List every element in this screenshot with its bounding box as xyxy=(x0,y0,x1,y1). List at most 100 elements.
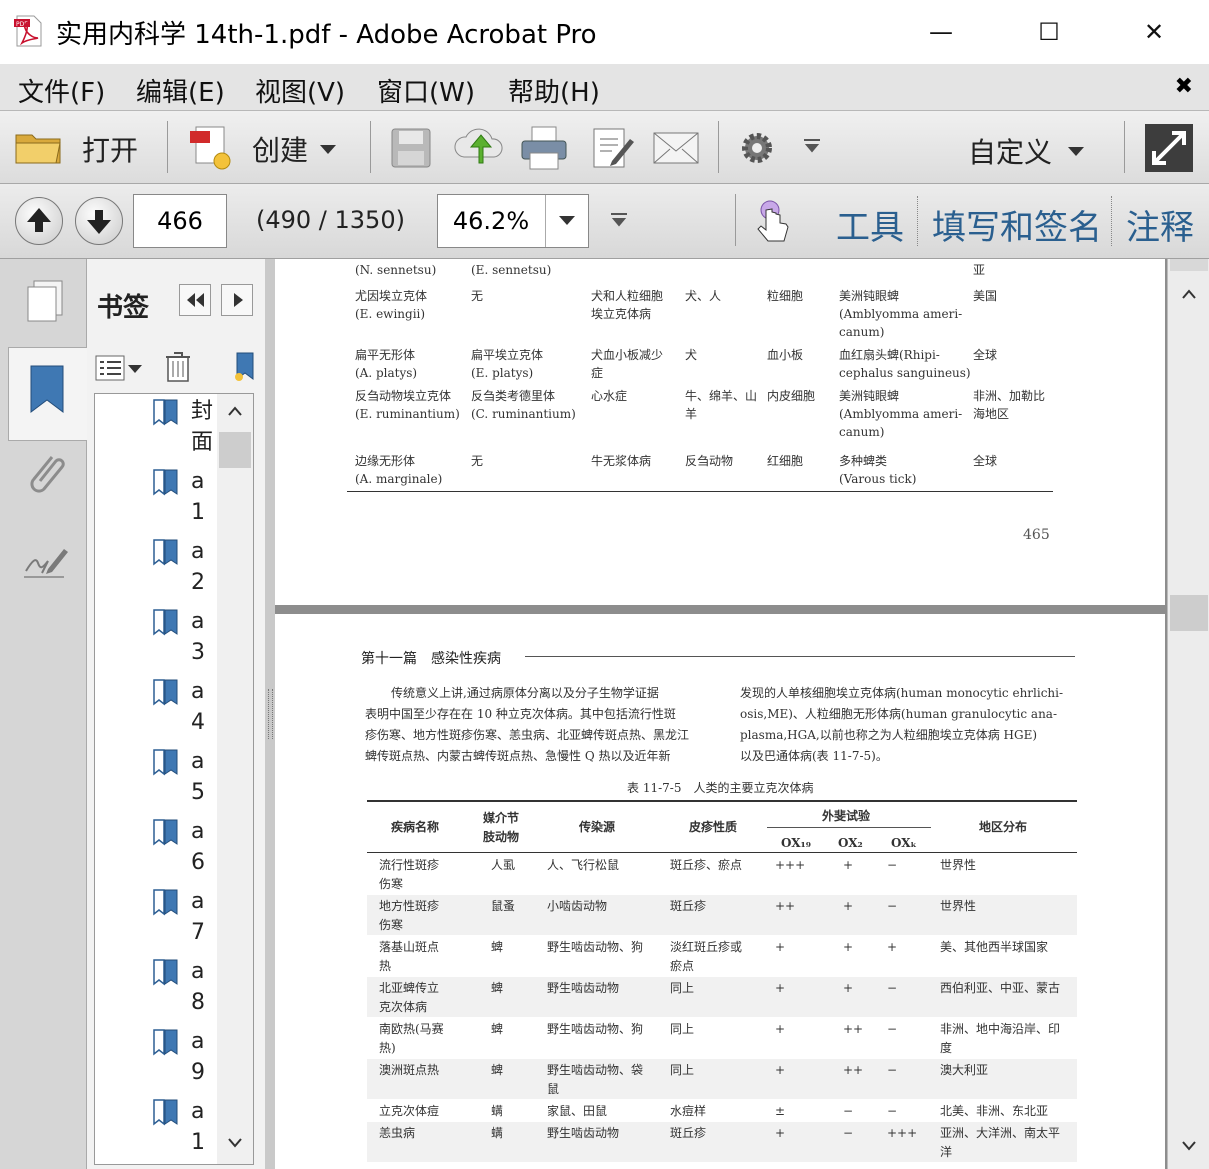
document-scrollbar[interactable] xyxy=(1167,259,1209,1169)
table-cell: 家鼠、田鼠 xyxy=(547,1104,608,1118)
panel-splitter[interactable] xyxy=(265,259,275,1169)
arrow-up-icon xyxy=(27,208,51,232)
table-cell: 野生啮齿动物、袋 鼠 xyxy=(547,1063,644,1096)
page-thumbnails-icon[interactable] xyxy=(24,279,66,323)
create-button[interactable]: 创建 xyxy=(180,119,345,175)
paragraph-line: 蜱传斑点热、内蒙古蜱传斑点热、急慢性 Q 热以及近年新 xyxy=(365,749,671,763)
zoom-select[interactable]: 46.2% xyxy=(437,194,589,248)
menu-file[interactable]: 文件(F) xyxy=(18,72,105,109)
signature-icon[interactable] xyxy=(22,539,70,581)
bookmark-item[interactable]: a9 xyxy=(145,1026,225,1096)
table-cell: + xyxy=(775,940,786,954)
table-cell: 人、飞行松鼠 xyxy=(547,858,620,872)
table-cell: +++ xyxy=(887,1126,918,1140)
bookmark-item[interactable]: a6 xyxy=(145,816,225,886)
bookmark-scrollbar[interactable] xyxy=(217,394,253,1164)
table-cell: 野生啮齿动物、狗 xyxy=(547,1022,644,1036)
chevron-down-icon xyxy=(320,145,336,154)
bookmark-item[interactable]: a1 xyxy=(145,466,225,536)
paragraph-line: 传统意义上讲,通过病原体分离以及分子生物学证据 xyxy=(391,686,659,700)
toolbar-options-icon[interactable] xyxy=(804,139,820,153)
table-cell: 红细胞 xyxy=(767,454,804,468)
table-header-rash: 皮疹性质 xyxy=(689,820,738,834)
customize-label: 自定义 xyxy=(968,136,1053,169)
table-cell: 斑丘疹 xyxy=(670,1126,707,1140)
page-count: (490 / 1350) xyxy=(256,206,405,234)
zoom-dropdown[interactable] xyxy=(545,195,588,247)
bookmark-label: a8 xyxy=(191,959,205,1015)
maximize-button[interactable]: ☐ xyxy=(1026,10,1072,54)
bookmark-label: a5 xyxy=(191,749,205,805)
full-screen-icon[interactable] xyxy=(1144,123,1194,173)
table-cell: − xyxy=(887,1063,898,1077)
customize-button[interactable]: 自定义 xyxy=(962,121,1092,173)
minimize-button[interactable]: — xyxy=(918,10,964,54)
bookmark-item[interactable]: a7 xyxy=(145,886,225,956)
toolbar-options-icon[interactable] xyxy=(611,213,627,227)
paperclip-icon[interactable] xyxy=(22,449,68,497)
chevron-down-icon xyxy=(1182,1141,1196,1151)
comment-tab[interactable]: 注释 xyxy=(1126,200,1194,249)
open-label: 打开 xyxy=(82,134,139,167)
bookmark-item[interactable]: a1 xyxy=(145,1096,225,1164)
trash-icon[interactable] xyxy=(165,351,191,383)
table-header-ox19: OX₁₉ xyxy=(781,836,812,850)
menu-window[interactable]: 窗口(W) xyxy=(377,72,475,109)
section-heading: 第十一篇 感染性疾病 xyxy=(361,651,501,667)
options-list-icon[interactable] xyxy=(95,353,145,383)
previous-page-button[interactable] xyxy=(15,197,63,245)
bookmark-item[interactable]: a2 xyxy=(145,536,225,606)
menu-close-icon[interactable]: ✖ xyxy=(1175,74,1193,99)
paragraph-line: 以及巴通体病(表 11-7-5)。 xyxy=(740,749,888,763)
next-page-button[interactable] xyxy=(75,197,123,245)
table-cell: 落基山斑点 热 xyxy=(379,940,440,973)
table-cell: 全球 xyxy=(973,348,998,362)
menu-edit[interactable]: 编辑(E) xyxy=(136,72,225,109)
print-icon[interactable] xyxy=(520,125,568,171)
cloud-upload-icon[interactable] xyxy=(452,125,506,167)
table-cell: 美洲钝眼蜱 (Amblyomma ameri- canum) xyxy=(839,389,963,439)
tools-tab[interactable]: 工具 xyxy=(836,200,904,249)
menu-view[interactable]: 视图(V) xyxy=(255,72,345,109)
table-cell: 扁平埃立克体 (E. platys) xyxy=(471,348,544,380)
hand-tool-icon[interactable] xyxy=(752,198,796,244)
bookmark-label: 封面 xyxy=(191,399,214,455)
bookmark-icon xyxy=(153,399,178,426)
bookmarks-tab[interactable] xyxy=(8,347,87,441)
table-cell: 多种蜱类 (Varous tick) xyxy=(839,454,917,486)
bookmark-item[interactable]: a8 xyxy=(145,956,225,1026)
open-button[interactable]: 打开 xyxy=(10,119,150,175)
table-header-ox2: OX₂ xyxy=(838,836,863,850)
bookmark-item[interactable]: a3 xyxy=(145,606,225,676)
table-cell: 野生啮齿动物 xyxy=(547,1126,620,1140)
pdf-page-465: (N. sennetsu) (E. sennetsu) 亚尤因埃立克体 (E. ew… xyxy=(275,259,1165,605)
table-cell: 立克次体痘 xyxy=(379,1104,440,1118)
chevron-down-icon xyxy=(228,1138,242,1148)
gear-icon[interactable] xyxy=(738,129,776,167)
table-cell: 无 xyxy=(471,289,484,303)
bookmark-item[interactable]: 封面 xyxy=(145,396,225,466)
document-scroll-thumb[interactable] xyxy=(1170,595,1208,631)
page-number-input[interactable]: 466 xyxy=(133,194,227,248)
bookmark-icon xyxy=(153,679,178,706)
table-cell: 地方性斑疹 伤寒 xyxy=(379,899,440,932)
bookmark-label: a9 xyxy=(191,1029,205,1085)
close-button[interactable]: ✕ xyxy=(1131,10,1177,54)
menu-help[interactable]: 帮助(H) xyxy=(508,72,600,109)
save-icon[interactable] xyxy=(390,127,432,169)
mail-icon[interactable] xyxy=(652,131,700,165)
expand-panel-button[interactable] xyxy=(221,284,253,316)
edit-document-icon[interactable] xyxy=(590,125,636,171)
table-cell: 亚 xyxy=(973,263,986,277)
new-bookmark-icon[interactable] xyxy=(233,351,255,383)
document-view[interactable]: (N. sennetsu) (E. sennetsu) 亚尤因埃立克体 (E. ew… xyxy=(275,259,1167,1169)
bookmark-item[interactable]: a5 xyxy=(145,746,225,816)
fill-and-sign-tab[interactable]: 填写和签名 xyxy=(932,200,1102,249)
table-cell: 心水症 xyxy=(591,389,628,403)
collapse-panel-button[interactable] xyxy=(179,284,211,316)
chevron-up-icon xyxy=(228,406,242,416)
bookmark-label: a7 xyxy=(191,889,205,945)
bookmark-scroll-thumb[interactable] xyxy=(219,432,251,468)
zoom-value: 46.2% xyxy=(452,207,530,235)
bookmark-item[interactable]: a4 xyxy=(145,676,225,746)
